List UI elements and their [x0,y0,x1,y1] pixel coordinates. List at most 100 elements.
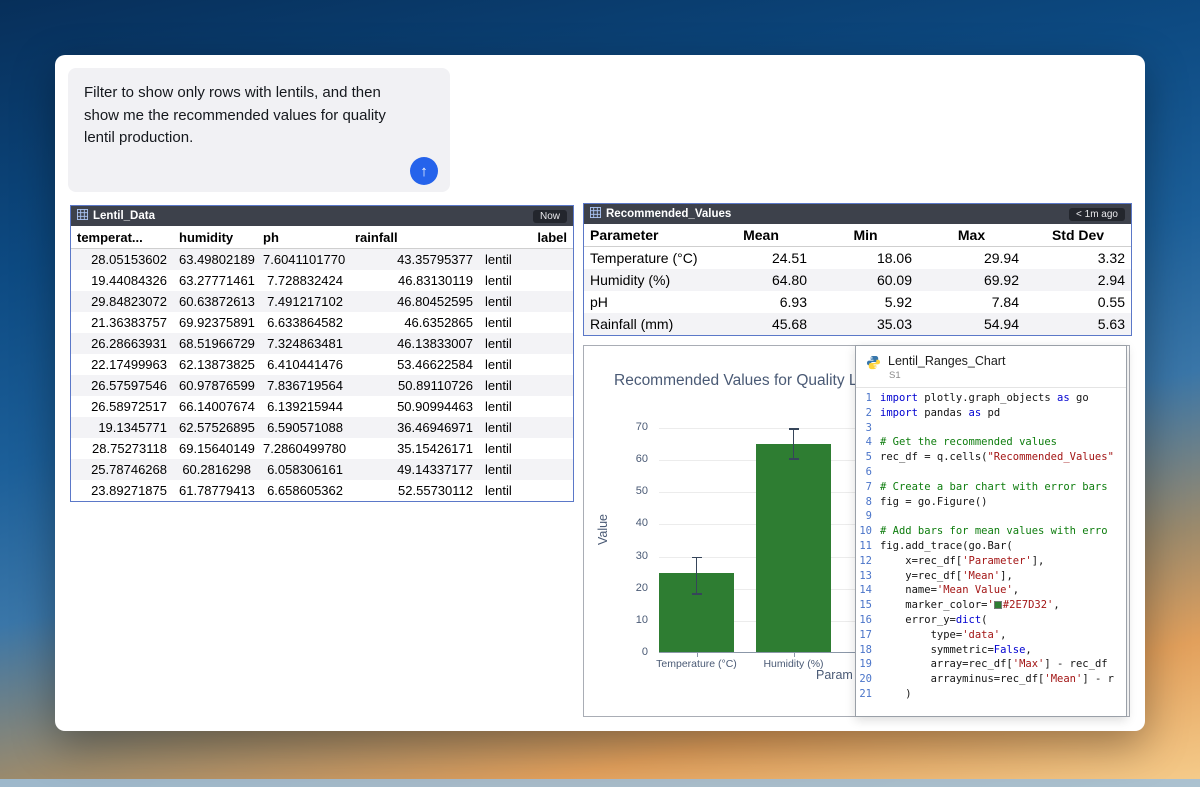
table-cell[interactable]: 60.2816298 [173,462,257,477]
bar[interactable] [756,444,831,652]
table-cell[interactable]: 7.491217102 [257,294,349,309]
table-cell[interactable]: 6.658605362 [257,483,349,498]
table-cell[interactable]: lentil [479,294,573,309]
table-cell[interactable]: 46.13833007 [349,336,479,351]
column-header[interactable]: label [479,230,573,245]
code-line[interactable]: 4# Get the recommended values [856,435,1126,450]
table-cell[interactable]: lentil [479,252,573,267]
table-cell[interactable]: 29.94 [918,250,1025,266]
table-cell[interactable]: 35.03 [813,316,918,332]
table-cell[interactable]: 6.410441476 [257,357,349,372]
table-cell[interactable]: 7.6041101770 [257,252,349,267]
table-cell[interactable]: Humidity (%) [584,272,709,288]
table-cell[interactable]: Rainfall (mm) [584,316,709,332]
code-line[interactable]: 10# Add bars for mean values with erro [856,524,1126,539]
code-line[interactable]: 13 y=rec_df['Mean'], [856,569,1126,584]
table-cell[interactable]: 19.44084326 [71,273,173,288]
table-cell[interactable]: 46.83130119 [349,273,479,288]
lentil-data-table[interactable]: Lentil_Data Now temperat...humidityphrai… [70,205,574,502]
column-header[interactable]: Min [813,227,918,243]
table-cell[interactable]: lentil [479,483,573,498]
code-panel[interactable]: Lentil_Ranges_Chart S1 1import plotly.gr… [855,345,1127,717]
table-cell[interactable]: 66.14007674 [173,399,257,414]
table-row[interactable]: 29.8482307260.638726137.49121710246.8045… [71,291,573,312]
table-cell[interactable]: 6.633864582 [257,315,349,330]
table-cell[interactable]: lentil [479,357,573,372]
code-line[interactable]: 12 x=rec_df['Parameter'], [856,554,1126,569]
table-cell[interactable]: lentil [479,399,573,414]
table-cell[interactable]: lentil [479,462,573,477]
table-cell[interactable]: 5.63 [1025,316,1131,332]
code-line[interactable]: 18 symmetric=False, [856,643,1126,658]
table-cell[interactable]: 7.836719564 [257,378,349,393]
table-cell[interactable]: 46.6352865 [349,315,479,330]
code-line[interactable]: 20 arrayminus=rec_df['Mean'] - r [856,672,1126,687]
table-row[interactable]: 19.4408432663.277714617.72883242446.8313… [71,270,573,291]
table-row[interactable]: 28.7527311869.156401497.286049978035.154… [71,438,573,459]
table-cell[interactable]: 26.57597546 [71,378,173,393]
table-cell[interactable]: 54.94 [918,316,1025,332]
table-cell[interactable]: 7.2860499780 [257,441,349,456]
code-line[interactable]: 2import pandas as pd [856,406,1126,421]
table-row[interactable]: 23.8927187561.787794136.65860536252.5573… [71,480,573,501]
column-header[interactable]: humidity [173,230,257,245]
code-line[interactable]: 9 [856,509,1126,524]
table-cell[interactable]: 60.63872613 [173,294,257,309]
table-cell[interactable]: 6.058306161 [257,462,349,477]
table-cell[interactable]: 6.139215944 [257,399,349,414]
table-cell[interactable]: 61.78779413 [173,483,257,498]
table-cell[interactable]: 26.28663931 [71,336,173,351]
table-cell[interactable]: lentil [479,441,573,456]
table-row[interactable]: 26.5897251766.140076746.13921594450.9099… [71,396,573,417]
table-cell[interactable]: 52.55730112 [349,483,479,498]
code-line[interactable]: 5rec_df = q.cells("Recommended_Values" [856,450,1126,465]
code-line[interactable]: 8fig = go.Figure() [856,495,1126,510]
table-cell[interactable]: 63.27771461 [173,273,257,288]
table-cell[interactable]: 63.49802189 [173,252,257,267]
table-cell[interactable]: 3.32 [1025,250,1131,266]
recommended-values-table[interactable]: Recommended_Values < 1m ago ParameterMea… [583,203,1132,336]
table-cell[interactable]: 45.68 [709,316,813,332]
column-header[interactable]: rainfall [349,230,479,245]
table-header-bar[interactable]: Recommended_Values < 1m ago [584,204,1131,224]
table-cell[interactable]: 23.89271875 [71,483,173,498]
code-panel-header[interactable]: Lentil_Ranges_Chart S1 [856,346,1126,388]
table-cell[interactable]: 64.80 [709,272,813,288]
table-row[interactable]: pH6.935.927.840.55 [584,291,1131,313]
table-cell[interactable]: 60.09 [813,272,918,288]
table-cell[interactable]: 28.05153602 [71,252,173,267]
table-cell[interactable]: 53.46622584 [349,357,479,372]
table-cell[interactable]: 7.84 [918,294,1025,310]
table-cell[interactable]: 7.324863481 [257,336,349,351]
code-line[interactable]: 14 name='Mean Value', [856,583,1126,598]
table-cell[interactable]: 46.80452595 [349,294,479,309]
table-cell[interactable]: 26.58972517 [71,399,173,414]
table-row[interactable]: 26.5759754660.978765997.83671956450.8911… [71,375,573,396]
table-cell[interactable]: 36.46946971 [349,420,479,435]
table-cell[interactable]: lentil [479,273,573,288]
code-line[interactable]: 1import plotly.graph_objects as go [856,391,1126,406]
table-row[interactable]: 26.2866393168.519667297.32486348146.1383… [71,333,573,354]
table-cell[interactable]: 7.728832424 [257,273,349,288]
table-cell[interactable]: 68.51966729 [173,336,257,351]
table-cell[interactable]: 5.92 [813,294,918,310]
table-cell[interactable]: 28.75273118 [71,441,173,456]
table-row[interactable]: Humidity (%)64.8060.0969.922.94 [584,269,1131,291]
table-cell[interactable]: 43.35795377 [349,252,479,267]
table-cell[interactable]: 22.17499963 [71,357,173,372]
code-line[interactable]: 17 type='data', [856,628,1126,643]
table-cell[interactable]: 21.36383757 [71,315,173,330]
table-header-bar[interactable]: Lentil_Data Now [71,206,573,226]
table-cell[interactable]: Temperature (°C) [584,250,709,266]
table-cell[interactable]: 49.14337177 [349,462,479,477]
table-cell[interactable]: 69.92 [918,272,1025,288]
code-line[interactable]: 11fig.add_trace(go.Bar( [856,539,1126,554]
table-row[interactable]: 19.134577162.575268956.59057108836.46946… [71,417,573,438]
table-cell[interactable]: 6.590571088 [257,420,349,435]
table-row[interactable]: Rainfall (mm)45.6835.0354.945.63 [584,313,1131,335]
table-row[interactable]: Temperature (°C)24.5118.0629.943.32 [584,247,1131,269]
column-header[interactable]: ph [257,230,349,245]
table-cell[interactable]: 2.94 [1025,272,1131,288]
table-cell[interactable]: 69.15640149 [173,441,257,456]
table-cell[interactable]: lentil [479,315,573,330]
